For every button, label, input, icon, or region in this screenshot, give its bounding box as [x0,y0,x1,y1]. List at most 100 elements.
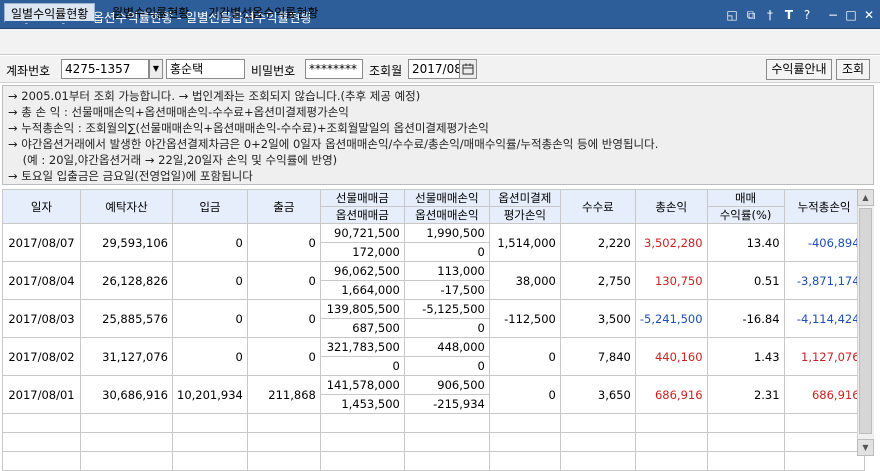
cell-in: 0 [172,261,248,300]
empty-cell [80,451,173,471]
minimize-icon[interactable]: − [826,8,840,22]
account-number-field[interactable]: 4275-1357 [61,59,149,79]
col-header-in: 입금 [172,189,248,224]
cell-out: 0 [246,223,321,262]
cell-cum-pl: -4,114,424 [783,299,865,338]
account-label: 계좌번호 [6,64,51,78]
cell-date: 2017/08/07 [2,223,81,262]
cell-date: 2017/08/03 [2,299,81,338]
empty-cell [559,432,636,452]
col-header-opt-pl: 옵션매매손익 [403,206,490,224]
notice-line: (예 : 20일,야간옵션거래 → 22일,20일자 손익 및 수익률에 반영) [8,153,338,167]
cell-date: 2017/08/04 [2,261,81,300]
scroll-down-icon[interactable]: ▼ [857,439,874,456]
cell-fee: 2,750 [559,261,636,300]
notice-line: → 총 손 익 : 선물매매손익+옵션매매손익-수수료+옵션미결제평가손익 [8,105,349,119]
cell-in: 0 [172,223,248,262]
copy-icon[interactable]: ⧉ [744,8,758,22]
cell-out: 0 [246,261,321,300]
cell-cum-pl: -3,871,174 [783,261,865,300]
empty-cell [706,451,785,471]
table-row[interactable]: 2017/08/03 25,885,576 0 0 139,805,500 -5,125,… [2,299,865,338]
account-dropdown-button[interactable]: ▼ [149,59,163,79]
empty-cell [634,451,708,471]
close-icon[interactable]: ✕ [862,8,876,22]
maximize-icon[interactable]: □ [844,8,858,22]
empty-cell [80,413,173,433]
font-icon[interactable]: T [782,8,796,22]
password-field[interactable]: ******** [305,59,363,79]
cell-fut-pl: -5,125,500 [403,299,490,319]
cell-out: 0 [246,299,321,338]
restore-icon[interactable]: ◱ [725,8,739,22]
cell-rate: 2.31 [706,375,785,414]
empty-row [2,413,865,433]
scrollbar-thumb[interactable] [859,208,872,434]
empty-cell [634,432,708,452]
cell-fee: 2,220 [559,223,636,262]
cell-date: 2017/08/02 [2,337,81,376]
empty-cell [2,451,81,471]
notice-line: → 야간옵션거래에서 발생한 야간옵션결제차금은 0+2일에 0일자 옵션매매손… [8,137,659,151]
col-header-unsettled-eval: 평가손익 [488,206,561,224]
cell-opt-amount: 0 [319,356,405,376]
cell-fut-amount: 96,062,500 [319,261,405,281]
table-header-row: 일자 예탁자산 입금 출금 선물매매금 선물매매손익 옵션미결제 수수료 총손익… [2,189,865,224]
help-icon[interactable]: ? [800,8,814,22]
cell-deposit: 31,127,076 [80,337,173,376]
notice-line: → 토요일 입출금은 금요일(전영업일)에 포함됩니다 [8,169,253,183]
col-header-unsettled: 옵션미결제 [488,189,561,207]
cell-fut-amount: 90,721,500 [319,223,405,243]
col-header-out: 출금 [246,189,321,224]
cell-deposit: 30,686,916 [80,375,173,414]
cell-fut-amount: 141,578,000 [319,375,405,395]
table-row[interactable]: 2017/08/07 29,593,106 0 0 90,721,500 1,990,50… [2,223,865,262]
empty-cell [246,432,321,452]
notice-panel: → 2005.01부터 조회 가능합니다. → 법인계좌는 조회되지 않습니다.… [2,85,874,185]
cell-rate: 0.51 [706,261,785,300]
daily-return-table: 일자 예탁자산 입금 출금 선물매매금 선물매매손익 옵션미결제 수수료 총손익… [2,189,865,471]
empty-cell [403,432,490,452]
empty-cell [246,413,321,433]
col-header-fut-amount: 선물매매금 [319,189,405,207]
cell-deposit: 25,885,576 [80,299,173,338]
empty-cell [559,451,636,471]
cell-opt-amount: 1,664,000 [319,280,405,300]
cell-in: 10,201,934 [172,375,248,414]
col-header-deposit: 예탁자산 [80,189,173,224]
query-button[interactable]: 조회 [836,59,870,80]
cell-fut-pl: 448,000 [403,337,490,357]
empty-cell [403,413,490,433]
table-row[interactable]: 2017/08/04 26,128,826 0 0 96,062,500 113,000 3… [2,261,865,300]
cell-opt-pl: -215,934 [403,394,490,414]
col-header-fee: 수수료 [559,189,636,224]
return-guide-button[interactable]: 수익률안내 [766,59,832,80]
tab-daily-return[interactable]: 일별수익률현황 [4,3,96,23]
empty-cell [2,413,81,433]
table-row[interactable]: 2017/08/02 31,127,076 0 0 321,783,500 448,000… [2,337,865,376]
col-header-date: 일자 [2,189,81,224]
cell-total-pl: 440,160 [634,337,708,376]
scroll-up-icon[interactable]: ▲ [857,189,874,206]
empty-cell [2,432,81,452]
tab-period-return[interactable]: 기간별선옵수익률현황 [202,3,324,23]
cell-cum-pl: 1,127,076 [783,337,865,376]
cell-opt-pl: -17,500 [403,280,490,300]
cell-total-pl: -5,241,500 [634,299,708,338]
cell-unsettled: 1,514,000 [488,223,561,262]
account-name-field: 홍순택 [166,59,245,79]
table-row[interactable]: 2017/08/01 30,686,916 10,201,934 211,868 141… [2,375,865,414]
cell-opt-pl: 0 [403,242,490,262]
cell-fee: 3,650 [559,375,636,414]
pin-icon[interactable]: † [763,8,777,22]
cell-cum-pl: 686,916 [783,375,865,414]
calendar-icon[interactable] [459,59,477,79]
empty-cell [706,413,785,433]
cell-fut-pl: 906,500 [403,375,490,395]
month-field[interactable]: 2017/08 [408,59,460,79]
col-header-fut-pl: 선물매매손익 [403,189,490,207]
cell-total-pl: 3,502,280 [634,223,708,262]
cell-cum-pl: -406,894 [783,223,865,262]
empty-cell [319,451,405,471]
tab-monthly-return[interactable]: 월별수익률현황 [106,3,195,23]
